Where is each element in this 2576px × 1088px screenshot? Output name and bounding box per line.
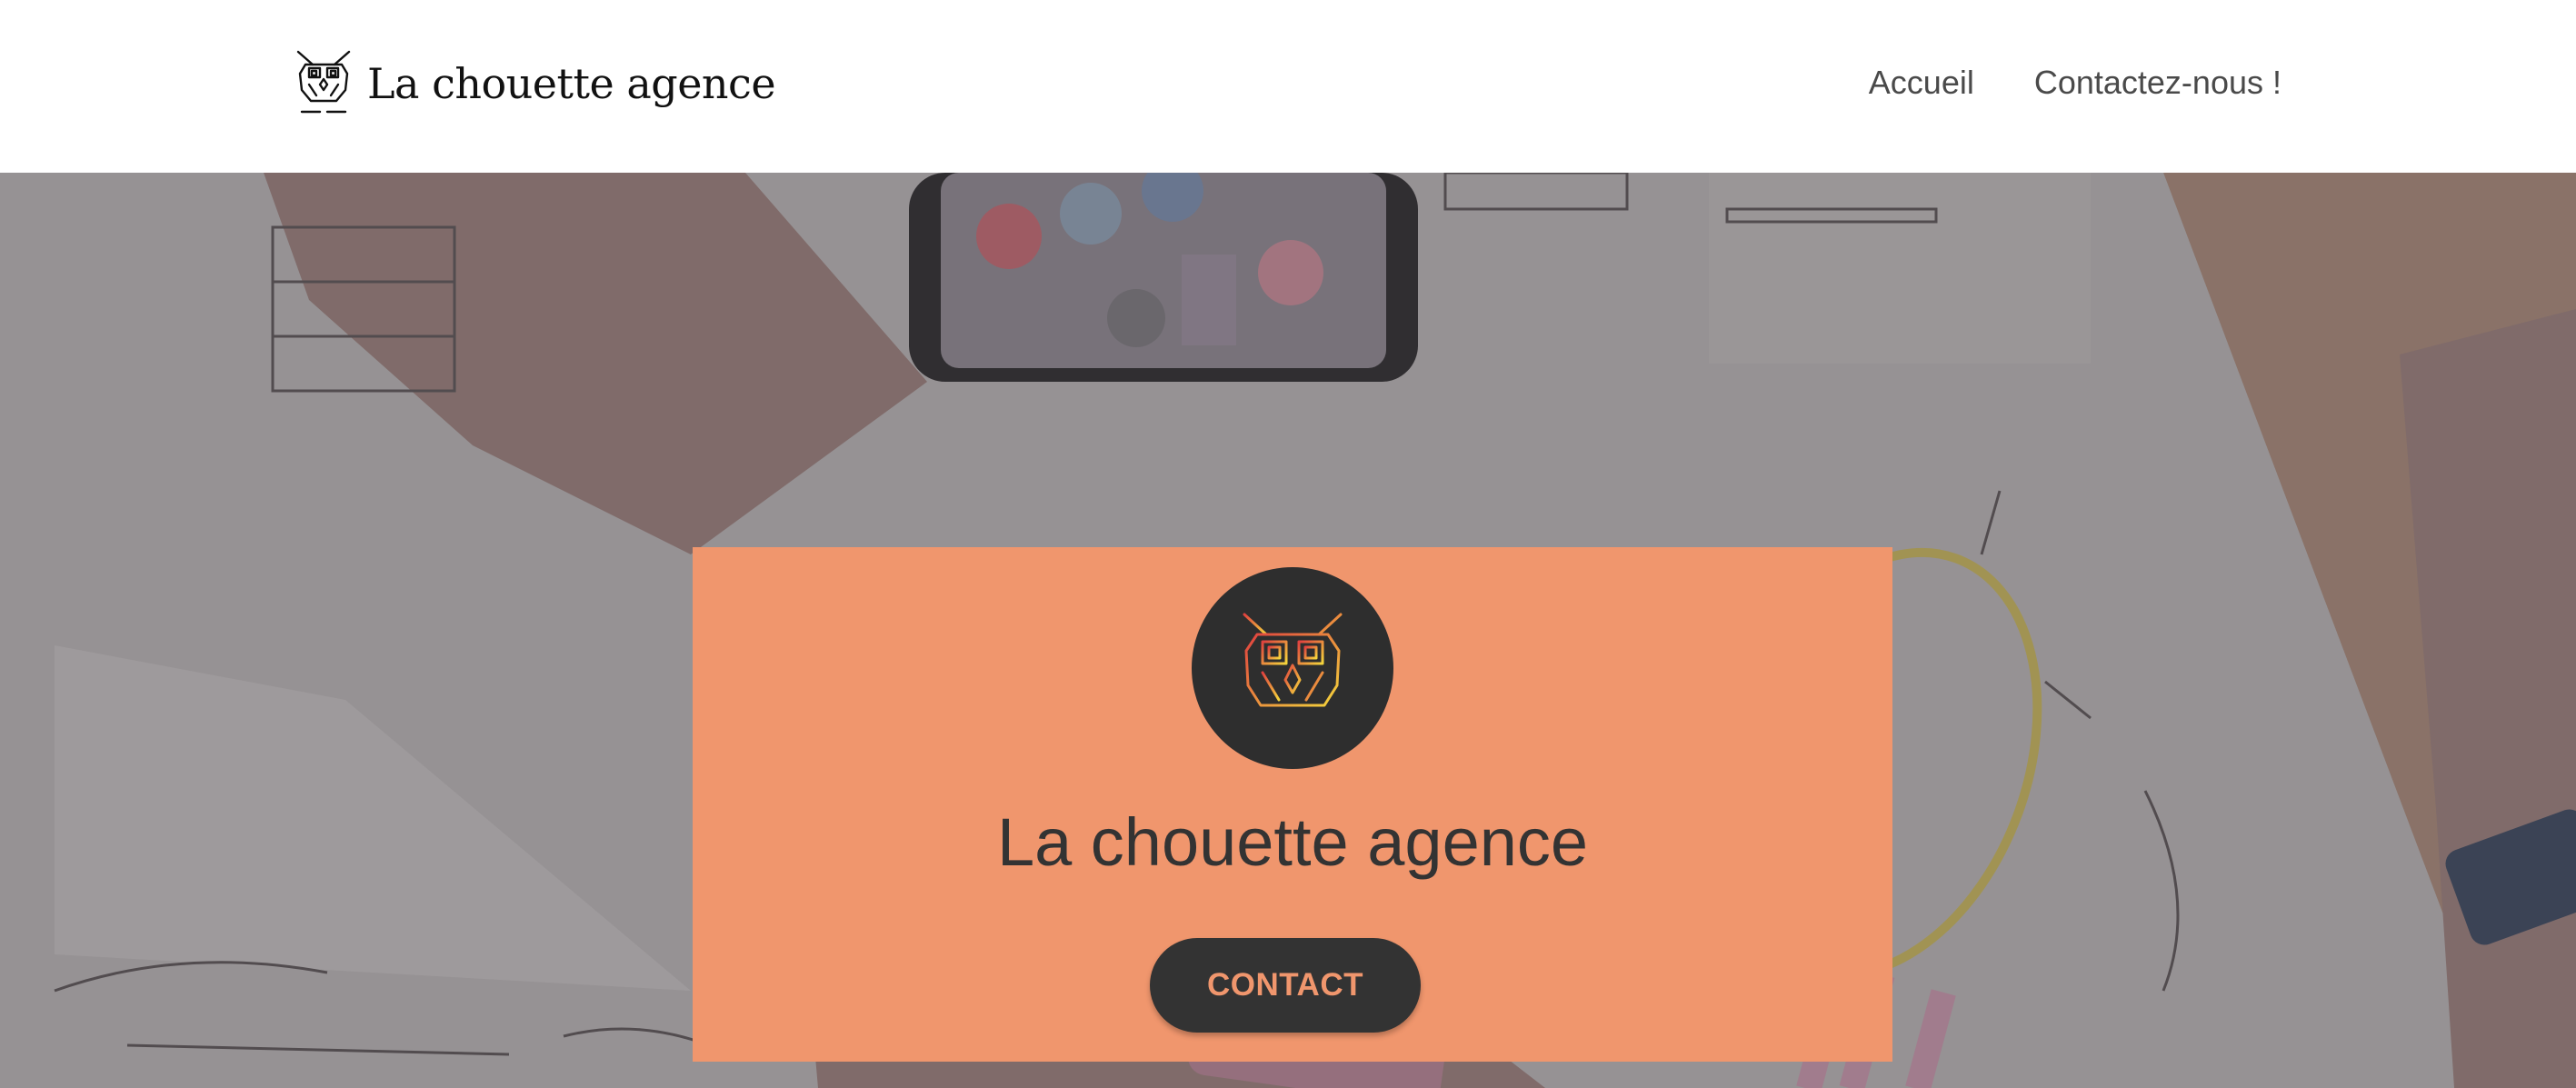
hero-title: La chouette agence bbox=[996, 804, 1589, 880]
nav-link-contact[interactable]: Contactez-nous ! bbox=[2034, 64, 2281, 102]
owl-logo-badge bbox=[1192, 567, 1393, 769]
hero-card: La chouette agence CONTACT bbox=[693, 547, 1892, 1062]
site-header: La chouette agence Accueil Contactez-nou… bbox=[0, 0, 2576, 173]
brand-home-link[interactable]: La chouette agence bbox=[293, 47, 776, 120]
hero-section: La chouette agence CONTACT bbox=[0, 173, 2576, 1088]
nav-link-accueil[interactable]: Accueil bbox=[1869, 64, 1974, 102]
brand-name: La chouette agence bbox=[367, 59, 776, 108]
main-nav: Accueil Contactez-nous ! bbox=[1869, 64, 2281, 102]
owl-icon bbox=[1243, 613, 1343, 722]
owl-icon bbox=[296, 50, 351, 114]
contact-button[interactable]: CONTACT bbox=[1150, 938, 1421, 1033]
